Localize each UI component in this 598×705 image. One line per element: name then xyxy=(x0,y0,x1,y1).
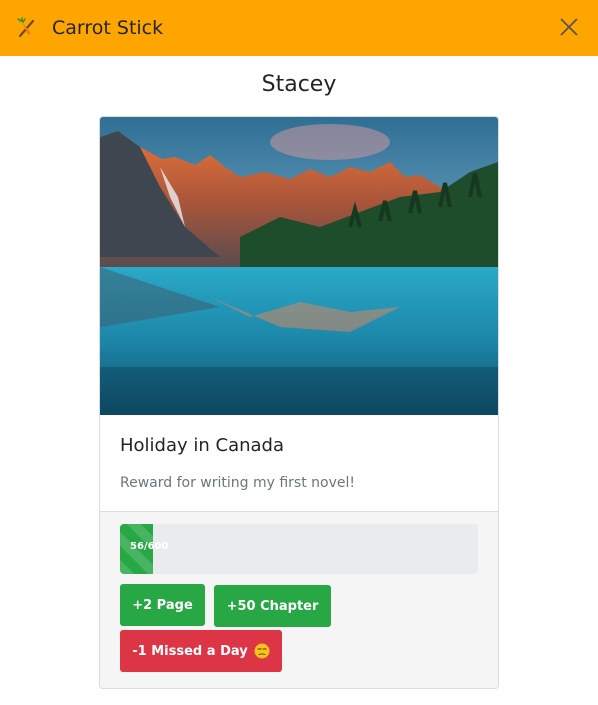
user-name: Stacey xyxy=(261,72,337,97)
reward-card: Holiday in Canada Reward for writing my … xyxy=(99,116,499,689)
brand[interactable]: Carrot Stick xyxy=(16,17,163,39)
add-chapter-label: +50 Chapter xyxy=(226,598,319,614)
card-footer: 56/600 +2 Page +50 Chapter -1 Missed a D… xyxy=(100,511,498,688)
add-page-label: +2 Page xyxy=(132,597,193,613)
missed-day-button[interactable]: -1 Missed a Day xyxy=(120,630,282,672)
app-title: Carrot Stick xyxy=(52,17,164,39)
add-page-button[interactable]: +2 Page xyxy=(120,584,205,626)
card-title: Holiday in Canada xyxy=(120,435,285,456)
close-icon[interactable] xyxy=(558,16,580,38)
card-description: Reward for writing my first novel! xyxy=(120,475,355,491)
header-bar: Carrot Stick xyxy=(0,0,598,56)
carrot-stick-icon xyxy=(17,17,35,38)
add-chapter-button[interactable]: +50 Chapter xyxy=(214,585,331,627)
mountain-lake-photo xyxy=(100,117,498,415)
progress-label: 56/600 xyxy=(130,541,169,552)
unamused-face-emoji xyxy=(254,643,270,659)
missed-day-label: -1 Missed a Day xyxy=(132,643,248,659)
progress-bar: 56/600 xyxy=(120,524,478,574)
